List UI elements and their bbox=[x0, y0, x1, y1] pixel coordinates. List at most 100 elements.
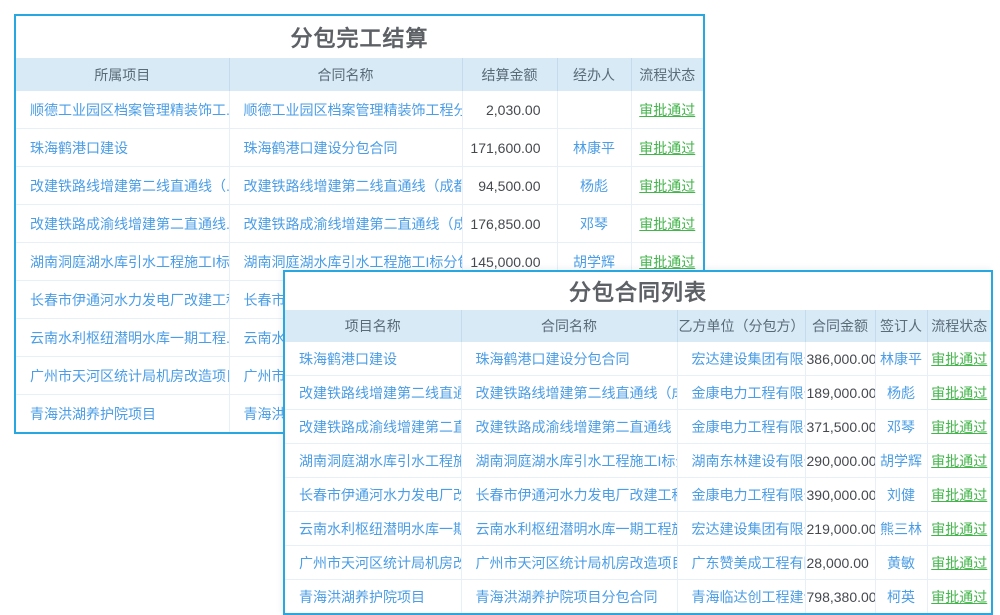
cell-link[interactable]: 改建铁路成渝线增建第二直通线... bbox=[30, 216, 229, 232]
table-cell: 广州市天河区统计局机房改造项目 bbox=[285, 546, 461, 580]
person-name: 刘健 bbox=[887, 487, 915, 503]
cell-link[interactable]: 珠海鹤港口建设 bbox=[30, 140, 128, 156]
table-cell: 青海洪湖养护院项目 bbox=[285, 580, 461, 614]
table-cell: 熊三林 bbox=[875, 512, 927, 546]
settlement-panel-title: 分包完工结算 bbox=[16, 16, 703, 58]
status-link[interactable]: 审批通过 bbox=[639, 254, 695, 270]
table-row: 广州市天河区统计局机房改造项目广州市天河区统计局机房改造项目分包... 广东赞美成… bbox=[285, 546, 991, 580]
cell-link[interactable]: 广州市 bbox=[244, 368, 286, 384]
table-cell: 审批通过 bbox=[927, 546, 991, 580]
table-cell: 176,850.00 bbox=[462, 205, 557, 243]
cell-link[interactable]: 宏达建设集团有限公司 bbox=[692, 351, 806, 367]
status-link[interactable]: 审批通过 bbox=[931, 589, 987, 605]
table-cell: 审批通过 bbox=[927, 580, 991, 614]
table-cell: 湖南洞庭湖水库引水工程施工I标 bbox=[285, 444, 461, 478]
person-name: 胡学辉 bbox=[880, 453, 922, 469]
table-cell: 湖南洞庭湖水库引水工程施工I标 bbox=[16, 243, 229, 281]
table-cell: 审批通过 bbox=[927, 410, 991, 444]
table-row: 改建铁路线增建第二线直通线（... 改建铁路线增建第二线直通线（成都-西... 金康… bbox=[285, 376, 991, 410]
cell-link[interactable]: 长春市伊通河水力发电厂改建工程分包... bbox=[476, 487, 678, 503]
table-cell: 94,500.00 bbox=[462, 167, 557, 205]
cell-link[interactable]: 改建铁路线增建第二线直通线（成都-... bbox=[244, 178, 463, 194]
cell-link[interactable]: 广州市天河区统计局机房改造项目分包... bbox=[476, 555, 678, 571]
column-header: 流程状态 bbox=[631, 58, 703, 91]
cell-text: 290,000.00 bbox=[807, 453, 876, 469]
cell-link[interactable]: 改建铁路线增建第二线直通线（成都-西... bbox=[476, 385, 678, 401]
cell-text: 94,500.00 bbox=[478, 178, 540, 194]
status-link[interactable]: 审批通过 bbox=[931, 521, 987, 537]
table-cell: 长春市伊通河水力发电厂改建工程 bbox=[285, 478, 461, 512]
cell-link[interactable]: 云南水利枢纽潜明水库一期工程施工I标... bbox=[476, 521, 678, 537]
table-cell: 云南水利枢纽潜明水库一期工程... bbox=[16, 319, 229, 357]
column-header: 乙方单位（分包方） bbox=[677, 310, 805, 342]
cell-link[interactable]: 长春市伊通河水力发电厂改建工程 bbox=[30, 292, 229, 308]
cell-link[interactable]: 青海洪湖养护院项目分包合同 bbox=[476, 589, 658, 605]
table-cell: 386,000.00 bbox=[805, 342, 875, 376]
table-cell: 广州市天河区统计局机房改造项目分包... bbox=[461, 546, 677, 580]
table-cell: 黄敏 bbox=[875, 546, 927, 580]
cell-link[interactable]: 改建铁路成渝线增建第二直通线（成渝... bbox=[476, 419, 678, 435]
cell-link[interactable]: 湖南东林建设有限公司 bbox=[692, 453, 806, 469]
table-cell: 371,500.00 bbox=[805, 410, 875, 444]
table-cell: 林康平 bbox=[557, 129, 631, 167]
table-row: 湖南洞庭湖水库引水工程施工I标湖南洞庭湖水库引水工程施工I标分包合同湖南东林建设… bbox=[285, 444, 991, 478]
cell-link[interactable]: 云南水 bbox=[244, 330, 286, 346]
table-row: 改建铁路线增建第二线直通线（... 改建铁路线增建第二线直通线（成都-... 94,… bbox=[16, 167, 703, 205]
status-link[interactable]: 审批通过 bbox=[931, 385, 987, 401]
table-row: 珠海鹤港口建设珠海鹤港口建设分包合同171,600.00林康平审批通过 bbox=[16, 129, 703, 167]
status-link[interactable]: 审批通过 bbox=[931, 487, 987, 503]
cell-link[interactable]: 湖南洞庭湖水库引水工程施工I标分包合同 bbox=[476, 453, 678, 469]
cell-link[interactable]: 云南水利枢纽潜明水库一期工程... bbox=[299, 521, 461, 537]
cell-link[interactable]: 青海临达创工程建设... bbox=[692, 589, 806, 605]
cell-link[interactable]: 金康电力工程有限公司 bbox=[692, 487, 806, 503]
table-cell: 金康电力工程有限公司 bbox=[677, 478, 805, 512]
cell-link[interactable]: 长春市 bbox=[244, 292, 286, 308]
table-cell: 珠海鹤港口建设分包合同 bbox=[229, 129, 462, 167]
status-link[interactable]: 审批通过 bbox=[639, 216, 695, 232]
cell-link[interactable]: 宏达建设集团有限公司 bbox=[692, 521, 806, 537]
cell-link[interactable]: 长春市伊通河水力发电厂改建工程 bbox=[299, 487, 461, 503]
cell-link[interactable]: 金康电力工程有限公司 bbox=[692, 385, 806, 401]
cell-link[interactable]: 改建铁路成渝线增建第二直通线... bbox=[299, 419, 461, 435]
cell-link[interactable]: 青海洪湖养护院项目 bbox=[30, 406, 156, 422]
table-cell: 189,000.00 bbox=[805, 376, 875, 410]
cell-link[interactable]: 青海洪 bbox=[244, 406, 286, 422]
table-cell: 宏达建设集团有限公司 bbox=[677, 512, 805, 546]
cell-link[interactable]: 金康电力工程有限公司 bbox=[692, 419, 806, 435]
cell-link[interactable]: 广州市天河区统计局机房改造项目 bbox=[299, 555, 461, 571]
status-link[interactable]: 审批通过 bbox=[931, 453, 987, 469]
cell-link[interactable]: 改建铁路线增建第二线直通线（... bbox=[299, 385, 461, 401]
cell-link[interactable]: 云南水利枢纽潜明水库一期工程... bbox=[30, 330, 229, 346]
cell-link[interactable]: 顺德工业园区档案管理精装饰工程分... bbox=[244, 102, 463, 118]
status-link[interactable]: 审批通过 bbox=[639, 102, 695, 118]
person-name: 邓琴 bbox=[580, 216, 608, 232]
cell-link[interactable]: 珠海鹤港口建设分包合同 bbox=[244, 140, 398, 156]
table-cell: 改建铁路线增建第二线直通线（成都-... bbox=[229, 167, 462, 205]
table-cell: 审批通过 bbox=[631, 91, 703, 129]
cell-link[interactable]: 广州市天河区统计局机房改造项目 bbox=[30, 368, 229, 384]
panel1-header-row: 所属项目合同名称结算金额经办人流程状态 bbox=[16, 58, 703, 91]
status-link[interactable]: 审批通过 bbox=[639, 178, 695, 194]
cell-link[interactable]: 广东赞美成工程有限... bbox=[692, 555, 806, 571]
status-link[interactable]: 审批通过 bbox=[639, 140, 695, 156]
cell-link[interactable]: 湖南洞庭湖水库引水工程施工I标 bbox=[299, 453, 461, 469]
cell-link[interactable]: 改建铁路线增建第二线直通线（... bbox=[30, 178, 229, 194]
cell-link[interactable]: 青海洪湖养护院项目 bbox=[299, 589, 425, 605]
table-cell: 云南水利枢纽潜明水库一期工程... bbox=[285, 512, 461, 546]
cell-link[interactable]: 珠海鹤港口建设分包合同 bbox=[476, 351, 630, 367]
status-link[interactable]: 审批通过 bbox=[931, 419, 987, 435]
cell-text: 390,000.00 bbox=[807, 487, 876, 503]
cell-link[interactable]: 改建铁路成渝线增建第二直通线（成... bbox=[244, 216, 463, 232]
cell-link[interactable]: 珠海鹤港口建设 bbox=[299, 351, 397, 367]
cell-link[interactable]: 湖南洞庭湖水库引水工程施工I标分包... bbox=[244, 254, 463, 270]
status-link[interactable]: 审批通过 bbox=[931, 351, 987, 367]
table-cell: 广州市天河区统计局机房改造项目 bbox=[16, 357, 229, 395]
cell-text: 2,030.00 bbox=[486, 102, 541, 118]
table-cell: 审批通过 bbox=[927, 512, 991, 546]
cell-text: 219,000.00 bbox=[807, 521, 876, 537]
status-link[interactable]: 审批通过 bbox=[931, 555, 987, 571]
table-cell: 改建铁路线增建第二线直通线（... bbox=[285, 376, 461, 410]
table-row: 顺德工业园区档案管理精装饰工... 顺德工业园区档案管理精装饰工程分... 2,03… bbox=[16, 91, 703, 129]
cell-link[interactable]: 顺德工业园区档案管理精装饰工... bbox=[30, 102, 229, 118]
cell-link[interactable]: 湖南洞庭湖水库引水工程施工I标 bbox=[30, 254, 229, 270]
